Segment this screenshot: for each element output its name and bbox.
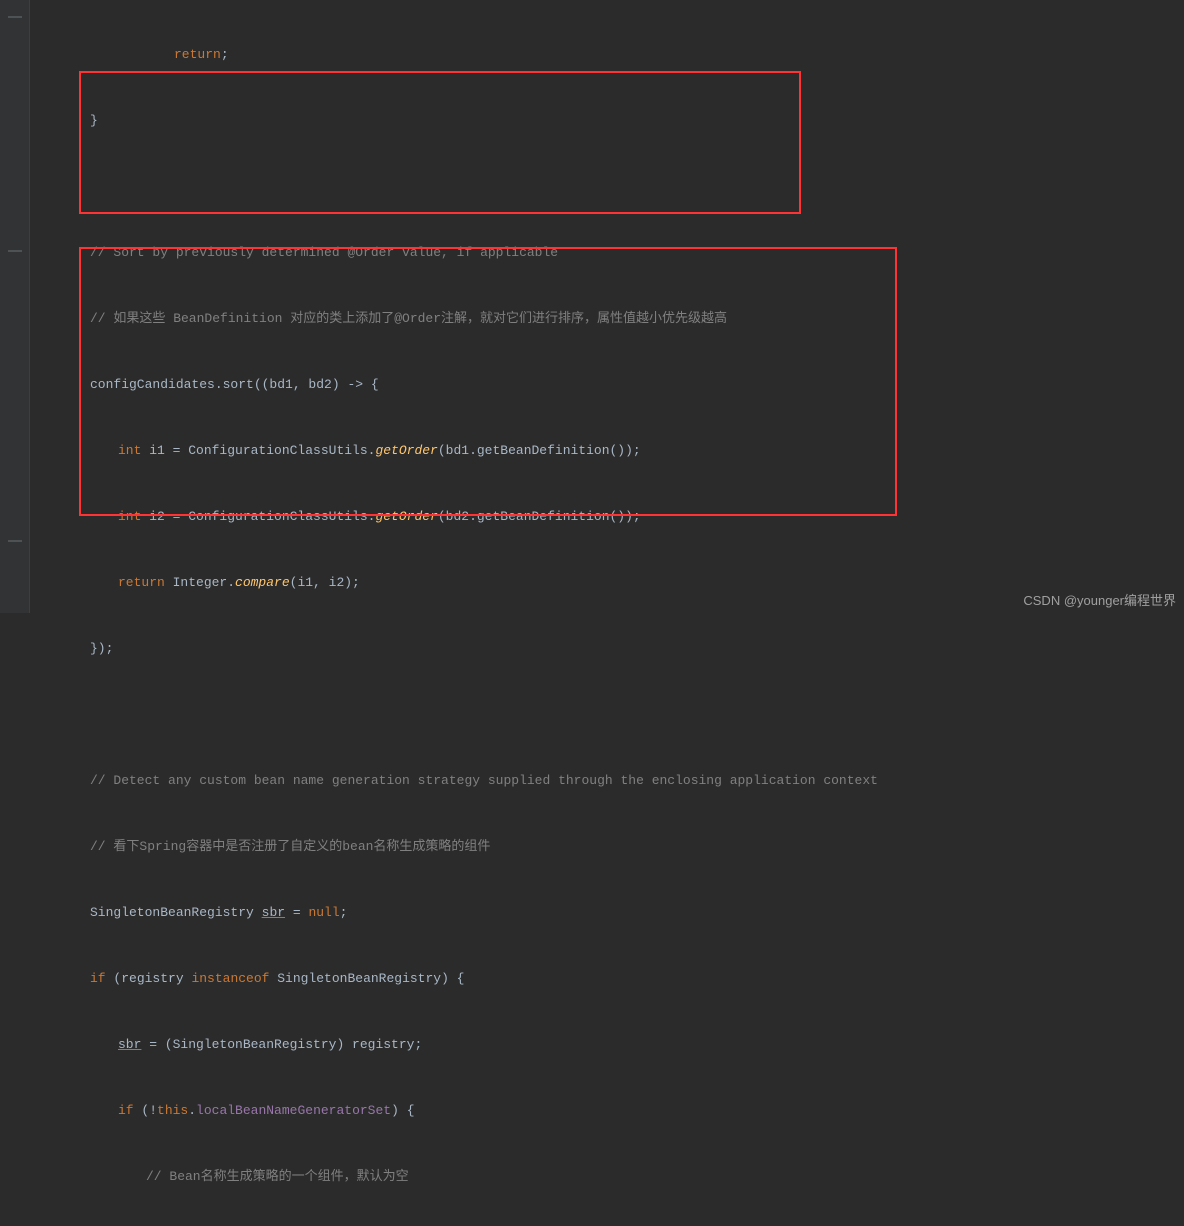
code-line: // Bean名称生成策略的一个组件，默认为空 bbox=[34, 1166, 1184, 1188]
code-line bbox=[34, 704, 1184, 726]
editor-gutter bbox=[0, 0, 30, 613]
code-line: // Detect any custom bean name generatio… bbox=[34, 770, 1184, 792]
code-line: if (registry instanceof SingletonBeanReg… bbox=[34, 968, 1184, 990]
code-line: // 如果这些 BeanDefinition 对应的类上添加了@Order注解，… bbox=[34, 308, 1184, 330]
code-line: sbr = (SingletonBeanRegistry) registry; bbox=[34, 1034, 1184, 1056]
code-line: int i2 = ConfigurationClassUtils.getOrde… bbox=[34, 506, 1184, 528]
code-line: return; bbox=[34, 44, 1184, 66]
watermark: CSDN @younger编程世界 bbox=[1023, 590, 1176, 609]
code-line: }); bbox=[34, 638, 1184, 660]
code-line: if (!this.localBeanNameGeneratorSet) { bbox=[34, 1100, 1184, 1122]
code-line: configCandidates.sort((bd1, bd2) -> { bbox=[34, 374, 1184, 396]
code-editor[interactable]: return; } // Sort by previously determin… bbox=[30, 0, 1184, 1226]
code-line: SingletonBeanRegistry sbr = null; bbox=[34, 902, 1184, 924]
code-line: return Integer.compare(i1, i2); bbox=[34, 572, 1184, 594]
code-line: int i1 = ConfigurationClassUtils.getOrde… bbox=[34, 440, 1184, 462]
code-line: // 看下Spring容器中是否注册了自定义的bean名称生成策略的组件 bbox=[34, 836, 1184, 858]
code-line bbox=[34, 176, 1184, 198]
code-line: // Sort by previously determined @Order … bbox=[34, 242, 1184, 264]
code-line: } bbox=[34, 110, 1184, 132]
